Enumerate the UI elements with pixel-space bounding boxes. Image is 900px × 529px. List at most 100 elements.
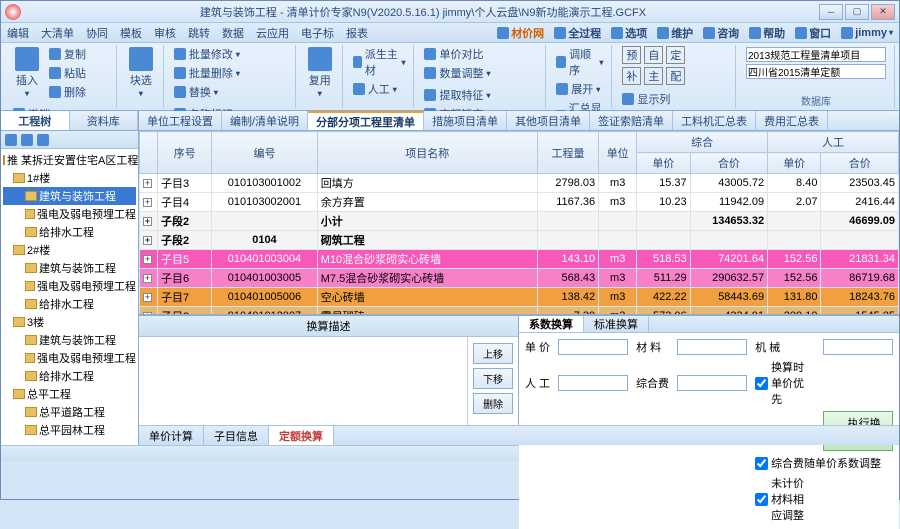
labor-button[interactable]: 人工▾ <box>351 80 408 98</box>
link-window[interactable]: 窗口 <box>795 25 831 41</box>
tab-resource-lib[interactable]: 资料库 <box>70 111 139 130</box>
table-row[interactable]: +子目4010103002001余方弃置1167.36m310.2311942.… <box>140 193 899 212</box>
mode-b[interactable]: 补主配 <box>620 66 687 86</box>
menu-jump[interactable]: 跳转 <box>188 25 210 41</box>
tree-node[interactable]: 3楼 <box>3 313 136 331</box>
tree-node[interactable]: 建筑与装饰工程 <box>3 259 136 277</box>
subtab-claim[interactable]: 签证索赔清单 <box>590 111 673 130</box>
table-row[interactable]: +子段2小计134653.3246699.09 <box>140 212 899 231</box>
movedown-button[interactable]: 下移 <box>473 368 513 389</box>
laborgen-button[interactable]: 派生主材▾ <box>351 45 408 79</box>
tree-node[interactable]: 强电及弱电预埋工程 <box>3 205 136 223</box>
col-code[interactable]: 编号 <box>212 132 318 174</box>
conv-desc-list[interactable] <box>139 337 468 425</box>
compare-button[interactable]: 单价对比 <box>422 45 492 63</box>
data-grid[interactable]: 序号 编号 项目名称 工程量 单位 综合 人工 单价 合价 单价 合价 +子目3… <box>139 131 899 315</box>
menu-edit[interactable]: 编辑 <box>7 25 29 41</box>
tree-node[interactable]: 总平工程 <box>3 385 136 403</box>
btab-quota-conv[interactable]: 定额换算 <box>269 426 334 445</box>
moveup-button[interactable]: 上移 <box>473 343 513 364</box>
mode-a[interactable]: 预自定 <box>620 45 687 65</box>
showcol-button[interactable]: 显示列 <box>620 90 683 108</box>
subtab-itemlist[interactable]: 分部分项工程里清单 <box>308 111 424 130</box>
project-quota-select[interactable] <box>746 64 886 79</box>
table-row[interactable]: +子目5010401003004M10混合砂浆砌实心砖墙143.10m3518.… <box>140 250 899 269</box>
tree-node[interactable]: 总平园林工程 <box>3 421 136 439</box>
col-comp[interactable]: 综合 <box>637 132 768 153</box>
table-row[interactable]: +子段20104砌筑工程 <box>140 231 899 250</box>
reuse-button[interactable]: 复用▾ <box>304 45 336 100</box>
paste-button[interactable]: 粘贴 <box>47 64 88 82</box>
tree-node[interactable]: 给排水工程 <box>3 367 136 385</box>
table-row[interactable]: +子目8010401012007零星砌砖7.39m3573.064234.912… <box>140 307 899 316</box>
chk-price-first[interactable]: 换算时单价优先 <box>755 359 815 407</box>
delete-conv-button[interactable]: 删除 <box>473 393 513 414</box>
col-labor-up[interactable]: 单价 <box>768 153 821 174</box>
subtab-fee[interactable]: 费用汇总表 <box>756 111 828 130</box>
col-unit[interactable]: 单位 <box>599 132 637 174</box>
subtab-other[interactable]: 其他项目清单 <box>507 111 590 130</box>
tree-tool1-icon[interactable] <box>5 134 17 146</box>
copy-button[interactable]: 复制 <box>47 45 88 63</box>
link-price[interactable]: 材价网 <box>497 25 544 41</box>
link-maint[interactable]: 维护 <box>657 25 693 41</box>
table-row[interactable]: +子目7010401005006空心砖墙138.42m3422.2258443.… <box>140 288 899 307</box>
chk-comp-adj[interactable]: 综合费随单价系数调整 <box>755 455 893 471</box>
col-seq[interactable]: 序号 <box>158 132 212 174</box>
subtab-material[interactable]: 工料机汇总表 <box>673 111 756 130</box>
menu-cloud[interactable]: 云应用 <box>256 25 289 41</box>
col-labor-tp[interactable]: 合价 <box>821 153 899 174</box>
input-material[interactable] <box>677 339 747 355</box>
tree-node[interactable]: 建筑与装饰工程 <box>3 187 136 205</box>
col-comp-tp[interactable]: 合价 <box>690 153 767 174</box>
user-menu[interactable]: jimmy▾ <box>841 27 893 39</box>
tree-tool2-icon[interactable] <box>21 134 33 146</box>
minimize-button[interactable]: ─ <box>819 4 843 20</box>
col-qty[interactable]: 工程量 <box>537 132 598 174</box>
menu-list[interactable]: 大清单 <box>41 25 74 41</box>
delete-button[interactable]: 删除 <box>47 83 88 101</box>
link-process[interactable]: 全过程 <box>554 25 601 41</box>
batchmod-button[interactable]: 批量修改▾ <box>172 45 242 63</box>
input-unitprice[interactable] <box>558 339 628 355</box>
tree-node[interactable]: 给排水工程 <box>3 295 136 313</box>
tree-node[interactable]: 2#楼 <box>3 241 136 259</box>
replace-button[interactable]: 替换▾ <box>172 83 242 101</box>
menu-review[interactable]: 审核 <box>154 25 176 41</box>
project-template-select[interactable] <box>746 47 886 62</box>
tree-tool3-icon[interactable] <box>37 134 49 146</box>
tab-std-conv[interactable]: 标准换算 <box>584 316 649 332</box>
feature-button[interactable]: 提取特征▾ <box>422 86 492 104</box>
table-row[interactable]: +子目3010103001002回填方2798.03m315.3743005.7… <box>140 174 899 193</box>
order-button[interactable]: 调顺序▾ <box>554 45 605 79</box>
tree-node[interactable]: 建筑与装饰工程 <box>3 331 136 349</box>
menu-data[interactable]: 数据 <box>222 25 244 41</box>
tree-node[interactable]: 推 某拆迁安置住宅A区工程 <box>3 151 136 169</box>
subtab-unit-settings[interactable]: 单位工程设置 <box>139 111 222 130</box>
block-button[interactable]: 块选▾ <box>125 45 157 100</box>
table-row[interactable]: +子目6010401003005M7.5混合砂浆砌实心砖墙568.43m3511… <box>140 269 899 288</box>
col-name[interactable]: 项目名称 <box>317 132 537 174</box>
close-button[interactable]: ✕ <box>871 4 895 20</box>
menu-ebid[interactable]: 电子标 <box>301 25 334 41</box>
link-help[interactable]: 帮助 <box>749 25 785 41</box>
btab-item-info[interactable]: 子目信息 <box>204 426 269 445</box>
menu-collab[interactable]: 协同 <box>86 25 108 41</box>
tab-project-tree[interactable]: 工程树 <box>1 111 70 130</box>
chk-mat-adj[interactable]: 未计价材料相应调整 <box>755 475 815 523</box>
tree-node[interactable]: 强电及弱电预埋工程 <box>3 277 136 295</box>
project-tree[interactable]: 推 某拆迁安置住宅A区工程1#楼建筑与装饰工程强电及弱电预埋工程给排水工程2#楼… <box>1 149 138 445</box>
tree-node[interactable]: 给排水工程 <box>3 223 136 241</box>
tab-coef-conv[interactable]: 系数换算 <box>519 316 584 332</box>
batchdel-button[interactable]: 批量删除▾ <box>172 64 242 82</box>
tree-node[interactable]: 1#楼 <box>3 169 136 187</box>
col-comp-up[interactable]: 单价 <box>637 153 690 174</box>
subtab-desc[interactable]: 编制/清单说明 <box>222 111 308 130</box>
qty-button[interactable]: 数量调整▾ <box>422 64 492 82</box>
insert-button[interactable]: 插入▾ <box>11 45 43 100</box>
input-labor[interactable] <box>558 375 628 391</box>
link-consult[interactable]: 咨询 <box>703 25 739 41</box>
menu-template[interactable]: 模板 <box>120 25 142 41</box>
tree-node[interactable]: 强电及弱电预埋工程 <box>3 349 136 367</box>
input-comp[interactable] <box>677 375 747 391</box>
